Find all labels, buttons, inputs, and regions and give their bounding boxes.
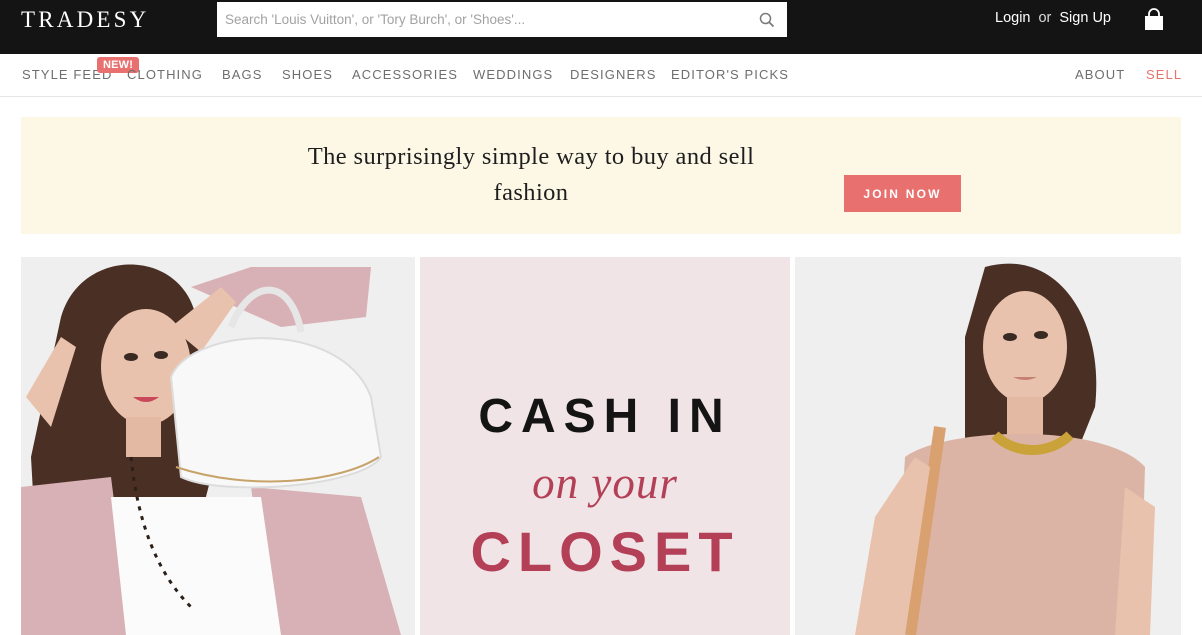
- nav-sell[interactable]: SELL: [1146, 67, 1182, 82]
- nav-clothing[interactable]: CLOTHING: [127, 67, 203, 82]
- join-now-button[interactable]: JOIN NOW: [844, 175, 961, 212]
- hero-line-on-your: on your: [532, 458, 678, 508]
- model-dress-image[interactable]: [795, 257, 1181, 635]
- hero-line-closet: CLOSET: [470, 520, 740, 583]
- search-icon: [759, 12, 775, 27]
- model-handbag-illustration: [21, 257, 415, 635]
- nav-about[interactable]: ABOUT: [1075, 67, 1125, 82]
- nav-editors-picks[interactable]: EDITOR'S PICKS: [671, 67, 789, 82]
- promo-banner: The surprisingly simple way to buy and s…: [21, 117, 1181, 234]
- nav-style-feed[interactable]: STYLE FEED NEW!: [22, 57, 140, 82]
- nav-bags[interactable]: BAGS: [222, 67, 263, 82]
- shopping-bag-icon[interactable]: [1143, 8, 1165, 32]
- search-box: [217, 2, 787, 37]
- nav-accessories[interactable]: ACCESSORIES: [352, 67, 458, 82]
- main-nav: STYLE FEED NEW! CLOTHING BAGS SHOES ACCE…: [0, 54, 1202, 97]
- cash-in-closet-banner[interactable]: CASH IN on your CLOSET: [420, 257, 790, 635]
- top-bar: TRADESY Login or Sign Up: [0, 0, 1202, 54]
- model-handbag-image[interactable]: [21, 257, 415, 635]
- promo-text: The surprisingly simple way to buy and s…: [307, 143, 755, 206]
- model-dress-illustration: [795, 257, 1181, 635]
- signup-link[interactable]: Sign Up: [1059, 10, 1111, 26]
- nav-weddings[interactable]: WEDDINGS: [473, 67, 553, 82]
- hero-line-cash-in: CASH IN: [478, 390, 732, 443]
- auth-separator: or: [1038, 10, 1052, 26]
- search-input[interactable]: [217, 2, 747, 37]
- tradesy-logo[interactable]: TRADESY: [21, 7, 149, 33]
- login-link[interactable]: Login: [995, 10, 1030, 26]
- nav-shoes[interactable]: SHOES: [282, 67, 333, 82]
- nav-designers[interactable]: DESIGNERS: [570, 67, 656, 82]
- search-button[interactable]: [747, 2, 787, 37]
- auth-links: Login or Sign Up: [995, 10, 1111, 26]
